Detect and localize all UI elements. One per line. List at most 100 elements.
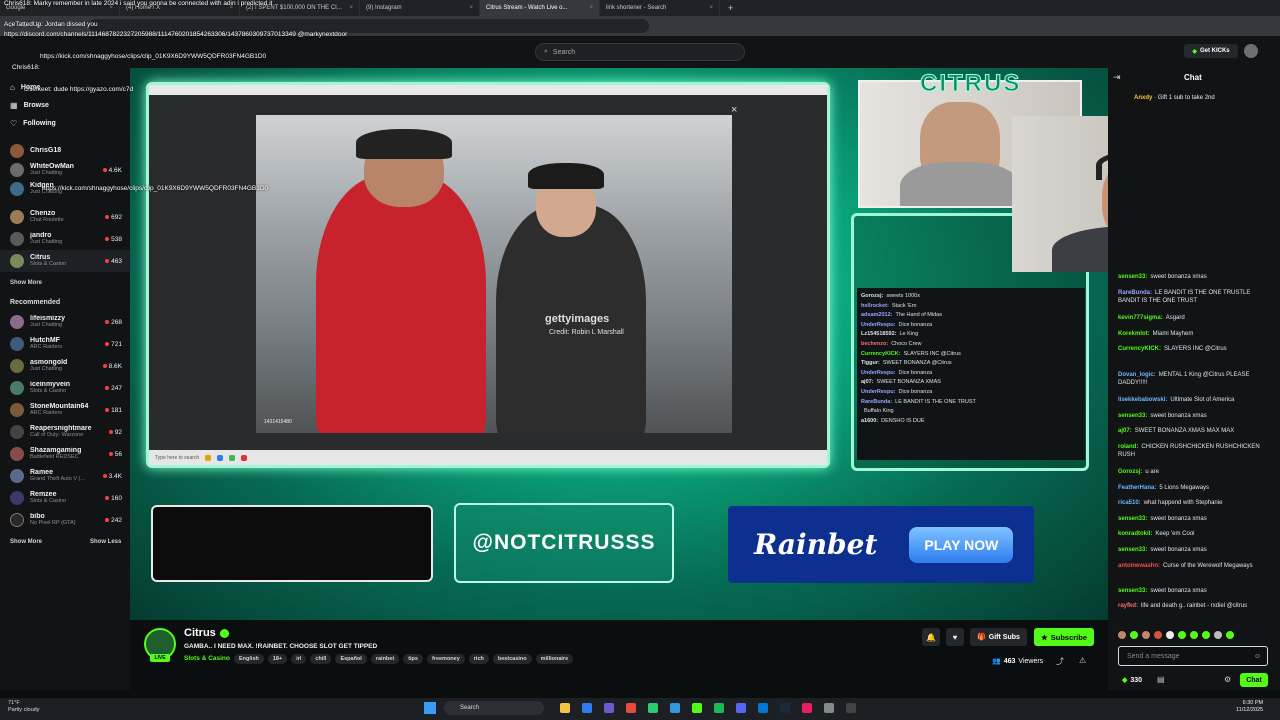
chat-input[interactable]: Send a message ☺ (1118, 646, 1268, 666)
chat-message[interactable]: lisekkebabowski: Ultimate Slot of America (1118, 396, 1270, 404)
chat-message[interactable]: Korekmlot: Miami Mayhem (1118, 330, 1270, 338)
stream-tag[interactable]: Español (335, 654, 367, 664)
chat-username[interactable]: sensen33: (1118, 547, 1147, 553)
chat-username[interactable]: rica510: (1118, 500, 1141, 506)
discord-icon[interactable] (736, 703, 746, 713)
chat-message[interactable]: sensen33: sweet bonanza xmas (1118, 587, 1270, 595)
chat-message[interactable]: sensen33: sweet bonanza xmas (1118, 515, 1270, 523)
chat-message[interactable]: rica510: what happend with Stephanie (1118, 499, 1270, 507)
show-more-link[interactable]: Show More (10, 280, 42, 286)
sidebar-channel[interactable]: asmongold Just Chatting 8.6K (0, 355, 130, 377)
edge-icon[interactable] (582, 703, 592, 713)
send-chat-button[interactable]: Chat (1240, 673, 1268, 687)
stream-tag[interactable]: rich (468, 654, 489, 664)
sidebar-channel[interactable]: lifeismizzy Just Chatting 268 (0, 311, 130, 333)
emote-icon[interactable] (1226, 631, 1234, 639)
sidebar-channel[interactable]: Remzee Slots & Casino 160 (0, 487, 130, 509)
sidebar-channel-active[interactable]: Citrus Slots & Casino 463 (0, 250, 130, 272)
windows-start-icon[interactable] (424, 702, 436, 714)
user-avatar[interactable] (1244, 44, 1258, 58)
pinned-gift-banner[interactable]: Anxdy · Gift 1 sub to take 2nd (1134, 95, 1215, 101)
stream-tag[interactable]: millionaire (535, 654, 574, 664)
emote-icon[interactable] (1130, 631, 1138, 639)
stream-tag[interactable]: English (234, 654, 264, 664)
settings-icon[interactable] (824, 703, 834, 713)
sidebar-channel[interactable]: jandro Just Chatting 538 (0, 228, 130, 250)
chat-message[interactable]: RareBunda: LE BANDIT IS THE ONE TRUSTLE B… (1118, 289, 1270, 305)
windows-search-box[interactable]: Search (444, 701, 544, 715)
chat-username[interactable]: FeatherHana: (1118, 485, 1156, 491)
app-icon[interactable] (802, 703, 812, 713)
file-explorer-icon[interactable] (560, 703, 570, 713)
system-clock[interactable]: 6:30 PM 11/12/2025 (1236, 700, 1263, 714)
chat-message[interactable]: sensen33: sweet bonanza xmas (1118, 546, 1270, 554)
chat-message[interactable]: roland: CHICKEN RUSHCHICKEN RUSHCHICKEN R… (1118, 443, 1270, 459)
show-more-link[interactable]: Show More (10, 539, 42, 545)
chat-message[interactable]: CurrencyKICK: SLAYERS INC @Citrus (1118, 345, 1270, 353)
close-icon[interactable]: × (589, 5, 593, 11)
chat-username[interactable]: sensen33: (1118, 588, 1147, 594)
sidebar-channel[interactable]: StoneMountain64 ARC Raiders 181 (0, 399, 130, 421)
emote-icon[interactable] (1214, 631, 1222, 639)
chat-message[interactable]: rayfkd: life and death g.. rainbet - rxdi… (1118, 602, 1270, 610)
bell-icon[interactable]: 🔔 (922, 628, 940, 646)
sidebar-channel[interactable]: Shazamgaming Battlefield REDSEC 56 (0, 443, 130, 465)
chat-username[interactable]: aj07: (1118, 428, 1132, 434)
sidebar-channel[interactable]: Chenzo Chat Roulette 692 (0, 206, 130, 228)
stream-tag[interactable]: bestcasino (492, 654, 532, 664)
stream-tag[interactable]: 18+ (267, 654, 288, 664)
spotify-icon[interactable] (714, 703, 724, 713)
stream-tag[interactable]: rainbet (370, 654, 400, 664)
close-icon[interactable]: × (469, 5, 473, 11)
emote-icon[interactable] (1154, 631, 1162, 639)
close-icon[interactable]: × (731, 104, 743, 116)
report-icon[interactable]: ⚠ (1079, 656, 1086, 665)
chat-message[interactable]: FeatherHana: 5 Lions Megaways (1118, 484, 1270, 492)
stream-tag[interactable]: tips (403, 654, 423, 664)
app-icon[interactable] (846, 703, 856, 713)
calendar-icon[interactable]: ▤ (1157, 675, 1165, 684)
chat-username[interactable]: sensen33: (1118, 413, 1147, 419)
close-icon[interactable]: × (349, 5, 353, 11)
steam-icon[interactable] (780, 703, 790, 713)
get-kicks-button[interactable]: ◆ Get KICKs (1184, 44, 1238, 58)
new-tab-button[interactable]: + (720, 3, 741, 13)
share-icon[interactable]: ⤴ (1056, 656, 1064, 667)
emote-icon[interactable] (1178, 631, 1186, 639)
app-icon[interactable] (626, 703, 636, 713)
chat-message[interactable]: Gorozsj: u are (1118, 468, 1270, 476)
chat-username[interactable]: sensen33: (1118, 274, 1147, 280)
browser-tab[interactable]: (9) Instagram × (360, 0, 480, 16)
subscribe-button[interactable]: ★ Subscribe (1034, 628, 1094, 646)
sidebar-channel[interactable]: bibo No Pixel RP (GTA) 242 (0, 509, 130, 531)
gear-icon[interactable]: ⚙ (1224, 675, 1231, 684)
app-icon[interactable] (604, 703, 614, 713)
close-icon[interactable]: × (709, 5, 713, 11)
app-icon[interactable] (648, 703, 658, 713)
stream-category-link[interactable]: Slots & Casino (184, 655, 230, 662)
browser-tab[interactable]: link shortener - Search × (600, 0, 720, 16)
channel-points[interactable]: ◆ 330 (1122, 676, 1142, 685)
emote-icon[interactable] (1166, 631, 1174, 639)
emote-icon[interactable] (1190, 631, 1198, 639)
chrome-icon[interactable] (670, 703, 680, 713)
gift-subs-button[interactable]: 🎁 Gift Subs (970, 628, 1027, 646)
chat-username[interactable]: CurrencyKICK: (1118, 346, 1161, 352)
stream-tag[interactable]: chill (310, 654, 332, 664)
collapse-chat-icon[interactable]: ⇥ (1113, 72, 1121, 83)
chat-username[interactable]: lisekkebabowski: (1118, 397, 1167, 403)
chat-username[interactable]: kevin777sigma: (1118, 315, 1163, 321)
weather-widget[interactable]: 71°F Partly cloudy (8, 700, 40, 714)
channel-name-heading[interactable]: Citrus (184, 627, 229, 639)
sidebar-item-following[interactable]: ♡ Following (0, 112, 130, 134)
chat-username[interactable]: Dovan_logic: (1118, 372, 1156, 378)
app-icon[interactable] (758, 703, 768, 713)
sidebar-channel[interactable]: Reapersnightmare Call of Duty: Warzone 92 (0, 421, 130, 443)
chat-username[interactable]: Gorozsj: (1118, 469, 1142, 475)
chat-username[interactable]: Korekmlot: (1118, 331, 1150, 337)
chat-message[interactable]: Dovan_logic: MENTAL 1 King @Citrus PLEASE… (1118, 371, 1270, 387)
chat-username[interactable]: roland: (1118, 444, 1138, 450)
emote-icon[interactable] (1118, 631, 1126, 639)
show-less-link[interactable]: Show Less (90, 539, 121, 545)
chat-message[interactable]: antoinewashn: Curse of the Werewolf Megaw… (1118, 562, 1270, 570)
